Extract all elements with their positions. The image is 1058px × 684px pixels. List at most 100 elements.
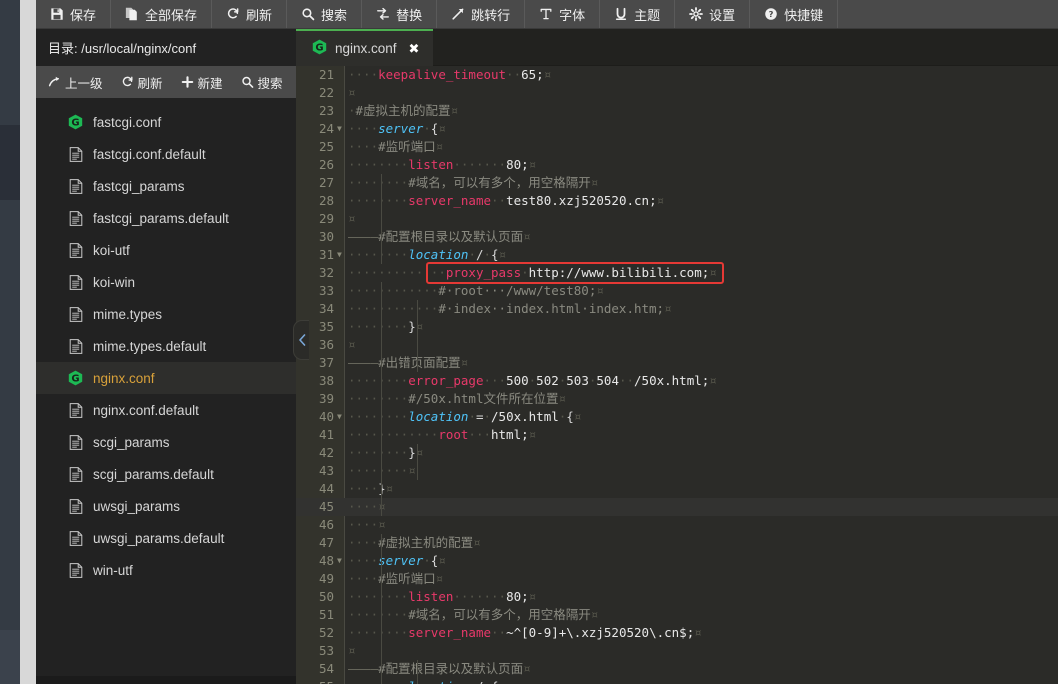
file-list-item-label: fastcgi.conf (93, 114, 162, 130)
tab-nginx-conf[interactable]: G nginx.conf ✖ (296, 29, 434, 66)
fold-arrow-icon[interactable]: ▼ (337, 678, 345, 684)
code-line[interactable]: 37 ————#出错页面配置¤ (296, 354, 1058, 372)
code-line[interactable]: 44 ····}¤ (296, 480, 1058, 498)
code-line[interactable]: 54 ————#配置根目录以及默认页面¤ (296, 660, 1058, 678)
code-line[interactable]: 25 ····#监听端口¤ (296, 138, 1058, 156)
file-panel-button-plus[interactable]: 新建 (173, 70, 231, 95)
sidebar-collapse-handle[interactable] (293, 320, 309, 360)
code-line[interactable]: 40 ▼ ········location·=·/50x.html·{¤ (296, 408, 1058, 426)
line-number: 30 (318, 229, 334, 244)
code-line[interactable]: 35 ········}¤ (296, 318, 1058, 336)
file-panel-button-arrow-up-level[interactable]: 上一级 (40, 70, 111, 95)
file-icon (69, 562, 82, 578)
fold-arrow-icon[interactable]: ▼ (337, 120, 345, 138)
indent-guide (417, 444, 418, 480)
code-line[interactable]: 22 ¤ (296, 84, 1058, 102)
toolbar-button-theme[interactable]: 主题 (600, 0, 676, 28)
toolbar-button-font[interactable]: 字体 (525, 0, 601, 28)
code-line[interactable]: 33 ············#·root···/www/test80;¤ (296, 282, 1058, 300)
file-list-item-label: uwsgi_params (93, 498, 181, 514)
code-line[interactable]: 26 ········listen·······80;¤ (296, 156, 1058, 174)
file-list-item-label: scgi_params.default (93, 466, 214, 482)
file-panel-button-search[interactable]: 搜索 (233, 70, 291, 95)
file-list-item[interactable]: fastcgi_params (36, 170, 296, 202)
code-line[interactable]: 39 ········#/50x.html文件所在位置¤ (296, 390, 1058, 408)
file-list-item[interactable]: nginx.conf.default (36, 394, 296, 426)
code-line[interactable]: 34 ············#·index··index.html·index.… (296, 300, 1058, 318)
code-line[interactable]: 28 ········server_name··test80.xzj520520.… (296, 192, 1058, 210)
code-line[interactable]: 31 ▼ ········location·/·{¤ (296, 246, 1058, 264)
search-icon (241, 76, 253, 88)
code-line[interactable]: 51 ········#域名，可以有多个，用空格隔开¤ (296, 606, 1058, 624)
file-list-item[interactable]: mime.types.default (36, 330, 296, 362)
nginx-conf-icon: G (312, 39, 327, 58)
code-line[interactable]: 21 ····keepalive_timeout··65;¤ (296, 66, 1058, 84)
window-left-scrollbar[interactable] (20, 0, 36, 684)
code-line[interactable]: 49 ····#监听端口¤ (296, 570, 1058, 588)
save-icon (50, 7, 64, 21)
code-line[interactable]: 45 ····¤ (296, 498, 1058, 516)
code-line[interactable]: 29 ¤ (296, 210, 1058, 228)
indent-guide (381, 390, 382, 516)
file-list-item[interactable]: scgi_params.default (36, 458, 296, 490)
code-line[interactable]: 48 ▼ ····server·{¤ (296, 552, 1058, 570)
file-list-item[interactable]: win-utf (36, 554, 296, 586)
toolbar-button-help[interactable]: ? 快捷键 (750, 0, 839, 28)
file-list-item[interactable]: koi-utf (36, 234, 296, 266)
code-line[interactable]: 50 ········listen·······80;¤ (296, 588, 1058, 606)
toolbar-button-goto-line[interactable]: 跳转行 (437, 0, 526, 28)
code-line-text: ····keepalive_timeout··65;¤ (348, 67, 552, 82)
code-view[interactable]: 21 ····keepalive_timeout··65;¤ 22 ¤ 23 ·#虚拟主机… (296, 66, 1058, 684)
code-line[interactable]: 42 ········}¤ (296, 444, 1058, 462)
code-line-text: ········location·/·{¤ (348, 678, 506, 684)
file-list-item[interactable]: Gnginx.conf (36, 362, 296, 394)
code-line[interactable]: 23 ·#虚拟主机的配置¤ (296, 102, 1058, 120)
file-list-item-label: win-utf (93, 562, 133, 578)
code-line[interactable]: 43 ········¤ (296, 462, 1058, 480)
code-line-text: ············#·root···/www/test80;¤ (348, 283, 604, 298)
file-list-item[interactable]: fastcgi_params.default (36, 202, 296, 234)
close-icon[interactable]: ✖ (409, 41, 420, 57)
nginx-conf-icon: G (68, 370, 83, 386)
fold-arrow-icon[interactable]: ▼ (337, 246, 345, 264)
window-left-edge (0, 0, 20, 684)
help-icon: ? (765, 8, 777, 20)
code-line[interactable]: 46 ····¤ (296, 516, 1058, 534)
indent-guide (381, 282, 382, 390)
code-line[interactable]: 24 ▼ ····server·{¤ (296, 120, 1058, 138)
file-icon (68, 466, 83, 482)
file-list-item[interactable]: uwsgi_params (36, 490, 296, 522)
code-line[interactable]: 55▼········location·/·{¤ (296, 678, 1058, 684)
file-panel-button-refresh[interactable]: 刷新 (113, 70, 171, 95)
code-line-text: ········#域名，可以有多个，用空格隔开¤ (348, 607, 599, 622)
file-list-item[interactable]: koi-win (36, 266, 296, 298)
toolbar-button-save-all[interactable]: 全部保存 (111, 0, 213, 28)
toolbar-button-label: 主题 (634, 7, 661, 23)
code-line[interactable]: 27 ········#域名，可以有多个，用空格隔开¤ (296, 174, 1058, 192)
file-panel-bottom-scrollbar[interactable] (36, 676, 296, 684)
line-number: 54 (318, 661, 334, 676)
toolbar-button-refresh[interactable]: 刷新 (212, 0, 288, 28)
toolbar-button-replace[interactable]: 替换 (362, 0, 438, 28)
line-number: 46 (318, 517, 334, 532)
code-line[interactable]: 47 ····#虚拟主机的配置¤ (296, 534, 1058, 552)
file-list-item[interactable]: scgi_params (36, 426, 296, 458)
code-line[interactable]: 36 ¤ (296, 336, 1058, 354)
code-line[interactable]: 38 ········error_page···500·502·503·504··… (296, 372, 1058, 390)
fold-arrow-icon[interactable]: ▼ (337, 408, 345, 426)
file-browser-panel: 目录: /usr/local/nginx/conf 上一级 刷新 新建 搜索 Gfas… (36, 29, 296, 684)
file-list-item[interactable]: fastcgi.conf.default (36, 138, 296, 170)
code-line[interactable]: 52 ········server_name··~^[0-9]+\.xzj5205… (296, 624, 1058, 642)
toolbar-button-gear[interactable]: 设置 (675, 0, 751, 28)
code-line[interactable]: 53 ¤ (296, 642, 1058, 660)
file-list-item[interactable]: mime.types (36, 298, 296, 330)
tab-label: nginx.conf (335, 41, 397, 56)
file-list-item[interactable]: Gfastcgi.conf (36, 106, 296, 138)
file-list-item[interactable]: uwsgi_params.default (36, 522, 296, 554)
code-line[interactable]: 32 ·············proxy_pass·http://www.bil… (296, 264, 1058, 282)
fold-arrow-icon[interactable]: ▼ (337, 552, 345, 570)
toolbar-button-save[interactable]: 保存 (36, 0, 112, 28)
code-line[interactable]: 41 ············root···html;¤ (296, 426, 1058, 444)
toolbar-button-search[interactable]: 搜索 (287, 0, 363, 28)
code-line[interactable]: 30 ————#配置根目录以及默认页面¤ (296, 228, 1058, 246)
